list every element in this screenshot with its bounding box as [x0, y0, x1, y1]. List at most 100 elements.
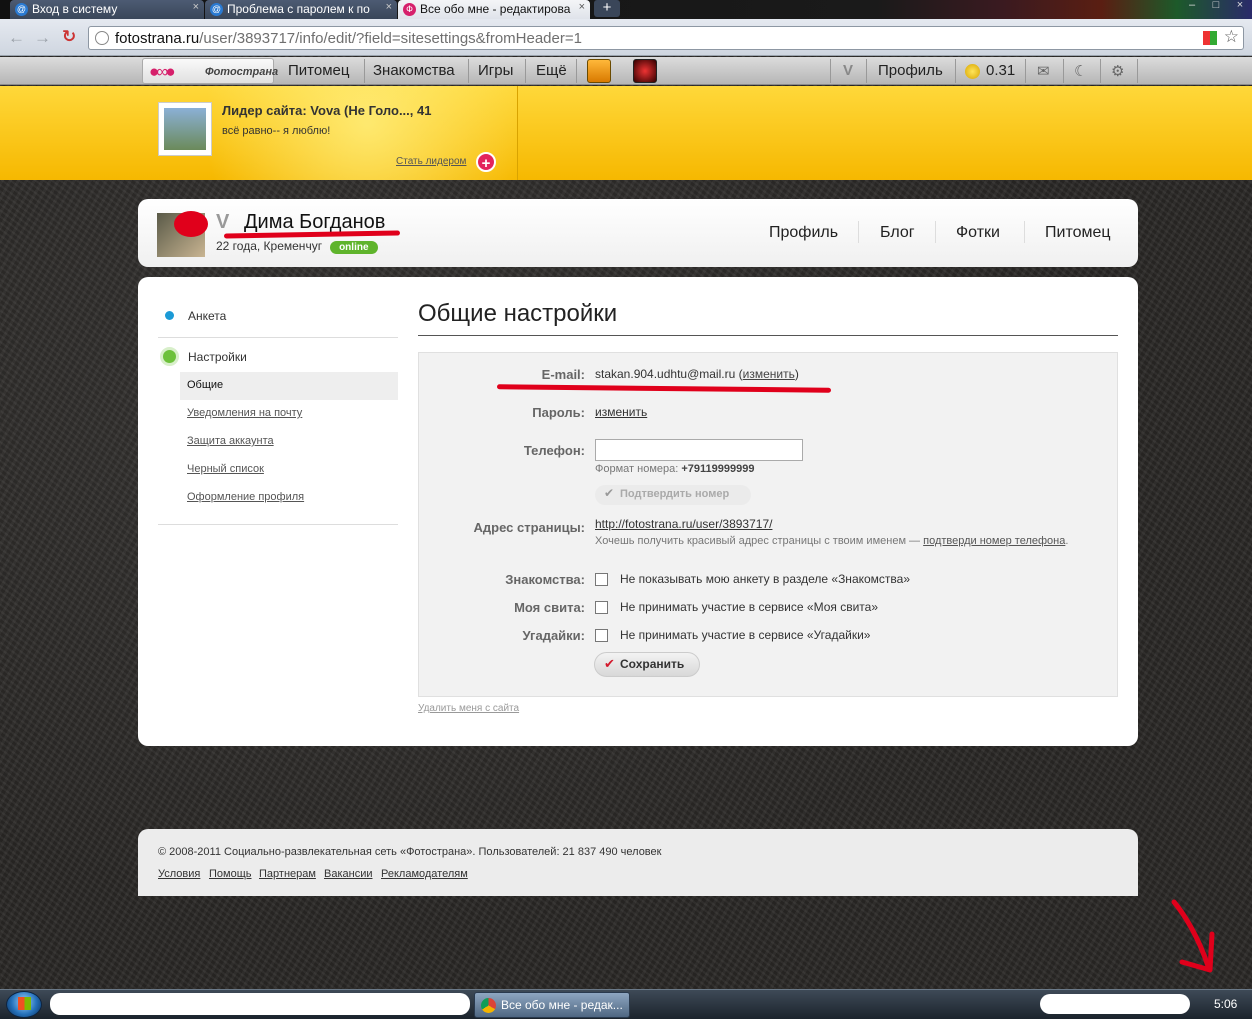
- maximize-icon[interactable]: □: [1206, 0, 1226, 12]
- age-city: 22 года, Кременчуг: [216, 239, 323, 253]
- vampire-app-icon[interactable]: [633, 59, 657, 83]
- title-divider: [418, 335, 1118, 336]
- close-icon[interactable]: ×: [193, 1, 199, 13]
- site-logo[interactable]: ●∞● Фотострана: [142, 58, 278, 84]
- browser-tab-login[interactable]: @ Вход в систему ×: [10, 0, 204, 19]
- email-text: stakan.904.udhtu@mail.ru: [595, 367, 736, 381]
- windows-logo-icon: [18, 997, 31, 1010]
- retinue-checkbox[interactable]: [595, 601, 608, 614]
- menu-divider: [1063, 59, 1064, 83]
- format-value: +79119999999: [681, 463, 755, 475]
- leader-avatar[interactable]: [158, 102, 212, 156]
- change-password-link[interactable]: изменить: [595, 405, 647, 419]
- fotostrana-icon: Ф: [403, 3, 416, 16]
- gear-icon[interactable]: ⚙: [1111, 62, 1124, 80]
- leader-block: Лидер сайта: Vova (Не Голо..., 41 всё ра…: [142, 86, 518, 180]
- sidebar-divider: [158, 524, 398, 525]
- sidebar-subitem-profile-design[interactable]: Оформление профиля: [187, 491, 304, 503]
- tab-pet[interactable]: Питомец: [1045, 224, 1111, 242]
- close-icon[interactable]: ×: [386, 1, 392, 13]
- bullet-icon: [165, 311, 174, 320]
- address-bar[interactable]: fotostrana.ru/user/3893717/info/edit/?fi…: [88, 26, 1244, 50]
- sidebar-subitem-email-notifications[interactable]: Уведомления на почту: [187, 407, 302, 419]
- site-top-menu: ●∞● Фотострана Питомец Знакомства Игры Е…: [0, 57, 1252, 129]
- task-title: Все обо мне - редак...: [501, 998, 623, 1012]
- reload-icon[interactable]: ↻: [62, 27, 76, 47]
- confirm-number-button[interactable]: ✔ Подтвердить номер: [595, 485, 751, 505]
- menu-divider: [1025, 59, 1026, 83]
- copyright-text: © 2008-2011 Социально-развлекательная се…: [158, 846, 662, 858]
- footer-link-partners[interactable]: Партнерам: [259, 868, 316, 880]
- menu-divider: [525, 59, 526, 83]
- start-button[interactable]: [6, 991, 42, 1018]
- address-hint: Хочешь получить красивый адрес страницы …: [595, 535, 1068, 547]
- browser-tab-password[interactable]: @ Проблема с паролем к по ×: [205, 0, 397, 19]
- dating-option-text: Не показывать мою анкету в разделе «Знак…: [620, 572, 911, 586]
- extension-icon[interactable]: [1203, 31, 1217, 45]
- phone-input[interactable]: [595, 439, 803, 461]
- nav-divider: [1024, 221, 1025, 243]
- infinity-logo-icon: ●∞●: [149, 62, 176, 81]
- new-tab-button[interactable]: +: [594, 0, 620, 17]
- footer-link-jobs[interactable]: Вакансии: [324, 868, 373, 880]
- sidebar-subitem-blacklist[interactable]: Черный список: [187, 463, 264, 475]
- menu-item-profile[interactable]: Профиль: [878, 62, 943, 79]
- menu-item-dating[interactable]: Знакомства: [373, 62, 455, 79]
- dating-checkbox[interactable]: [595, 573, 608, 586]
- menu-divider: [1137, 59, 1138, 83]
- logo-text: Фотострана: [205, 66, 279, 78]
- footer-link-help[interactable]: Помощь: [209, 868, 252, 880]
- close-window-icon[interactable]: ×: [1230, 0, 1250, 12]
- taskbar-chrome-window[interactable]: Все обо мне - редак...: [474, 992, 630, 1018]
- tab-title: Проблема с паролем к по: [227, 2, 370, 16]
- moon-icon[interactable]: ☾: [1074, 62, 1087, 80]
- become-leader-link[interactable]: Стать лидером: [396, 156, 466, 167]
- browser-tab-active[interactable]: Ф Все обо мне - редактирова ×: [398, 0, 590, 19]
- leader-title[interactable]: Лидер сайта: Vova (Не Голо..., 41: [222, 103, 431, 118]
- nav-divider: [935, 221, 936, 243]
- save-button[interactable]: ✔ Сохранить: [594, 652, 700, 677]
- change-email-link[interactable]: изменить: [743, 367, 795, 381]
- guessing-checkbox[interactable]: [595, 629, 608, 642]
- password-label: Пароль:: [532, 405, 585, 420]
- balance-value[interactable]: 0.31: [986, 62, 1015, 79]
- menu-item-more[interactable]: Ещё: [536, 62, 567, 79]
- bookmark-star-icon[interactable]: ☆: [1224, 27, 1239, 47]
- sidebar-item-settings[interactable]: Настройки: [188, 350, 247, 364]
- mail-icon[interactable]: ✉: [1037, 62, 1050, 80]
- nav-divider: [858, 221, 859, 243]
- delete-account-link[interactable]: Удалить меня с сайта: [418, 703, 519, 714]
- address-label: Адрес страницы:: [473, 520, 585, 535]
- url-text: fotostrana.ru/user/3893717/info/edit/?fi…: [115, 30, 582, 47]
- tab-profile[interactable]: Профиль: [769, 224, 838, 242]
- active-bullet-icon: [160, 347, 179, 366]
- online-badge: online: [330, 241, 378, 254]
- menu-divider: [830, 59, 831, 83]
- menu-item-games[interactable]: Игры: [478, 62, 513, 79]
- leader-banner: Лидер сайта: Vova (Не Голо..., 41 всё ра…: [0, 86, 1252, 180]
- tab-photos[interactable]: Фотки: [956, 224, 1000, 242]
- menu-item-pet[interactable]: Питомец: [288, 62, 349, 79]
- footer-link-terms[interactable]: Условия: [158, 868, 200, 880]
- plus-icon[interactable]: +: [476, 152, 496, 172]
- vip-icon[interactable]: V: [843, 62, 853, 79]
- minimize-icon[interactable]: –: [1182, 0, 1202, 12]
- white-scribble: [50, 993, 470, 1015]
- sidebar-subitem-account-security[interactable]: Защита аккаунта: [187, 435, 274, 447]
- back-arrow-icon[interactable]: ←: [8, 28, 25, 48]
- page-address-link[interactable]: http://fotostrana.ru/user/3893717/: [595, 517, 772, 531]
- confirm-phone-link[interactable]: подтверди номер телефона: [923, 535, 1065, 547]
- sidebar-subitem-general[interactable]: Общие: [187, 379, 223, 391]
- address-hint-text: Хочешь получить красивый адрес страницы …: [595, 535, 921, 547]
- dating-label: Знакомства:: [505, 572, 585, 587]
- sidebar-item-anketa[interactable]: Анкета: [188, 309, 226, 323]
- forward-arrow-icon[interactable]: →: [34, 28, 51, 48]
- close-icon[interactable]: ×: [579, 1, 585, 13]
- user-meta: 22 года, Кременчуг online: [216, 239, 378, 254]
- game-app-icon[interactable]: [587, 59, 611, 83]
- menu-divider: [364, 59, 365, 83]
- tab-blog[interactable]: Блог: [880, 224, 915, 242]
- footer-link-advertisers[interactable]: Рекламодателям: [381, 868, 468, 880]
- guessing-option-text: Не принимать участие в сервисе «Угадайки…: [620, 628, 871, 642]
- tab-title: Вход в систему: [32, 2, 118, 16]
